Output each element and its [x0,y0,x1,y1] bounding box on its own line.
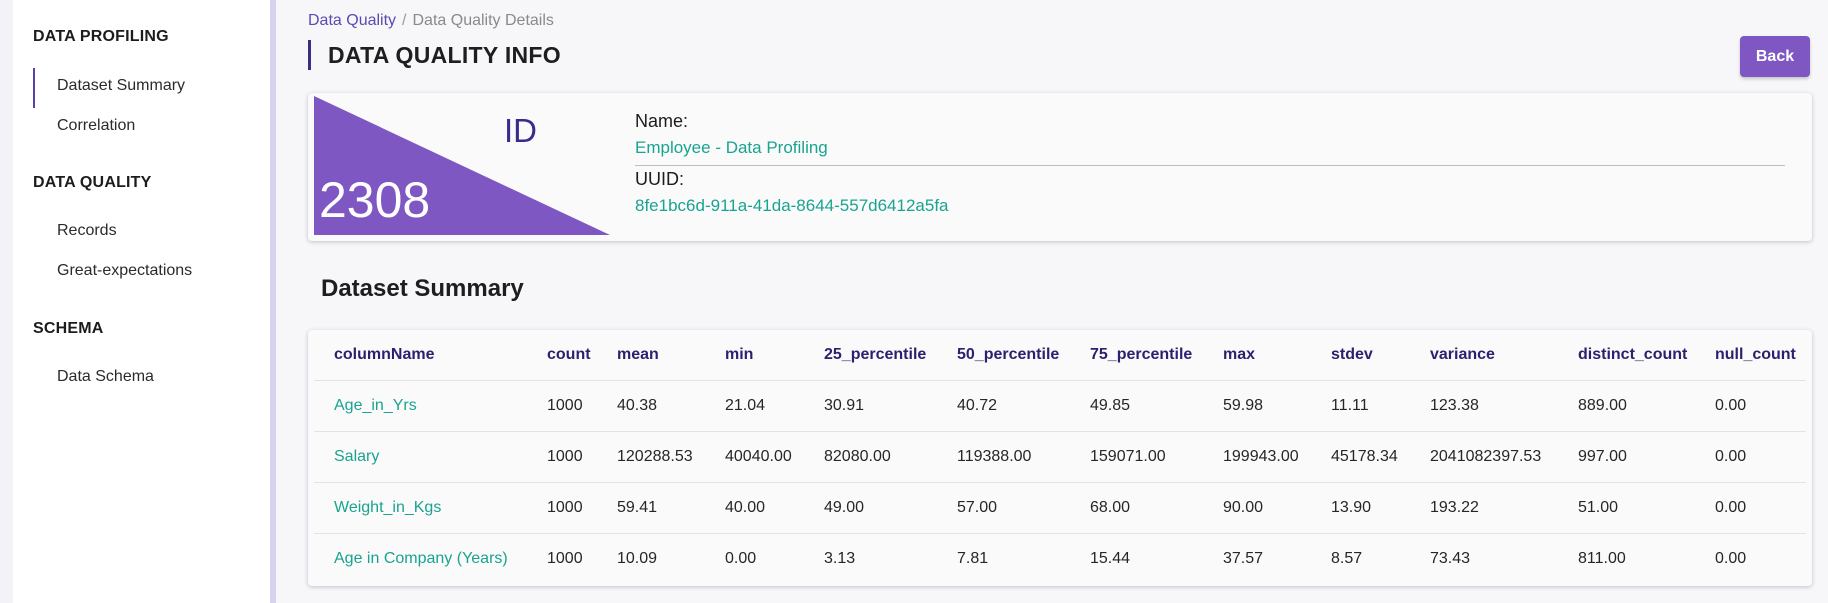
sidebar-section-schema: SCHEMA [33,320,104,337]
table-cell: 0.00 [1715,549,1747,567]
breadcrumb: Data Quality / Data Quality Details [308,12,554,30]
column-header[interactable]: count [527,330,597,381]
table-row: Age_in_Yrs 1000 40.38 21.04 30.91 40.72 … [314,380,1806,432]
table-cell: 37.57 [1223,549,1264,567]
main-content: Data Quality / Data Quality Details DATA Q… [296,0,1828,603]
table-row: Age in Company (Years) 1000 10.09 0.00 3… [314,533,1806,584]
uuid-label: UUID: [635,169,684,189]
sidebar-item-data-schema[interactable]: Data Schema [57,368,154,386]
table-cell: 40.72 [937,380,1070,432]
table-cell: 159071.00 [1070,431,1203,483]
column-header[interactable]: columnName [314,330,527,381]
summary-table-card: columnName count mean min 25_percentile … [308,330,1812,586]
table-cell: 8.57 [1331,549,1363,567]
table-cell: 59.41 [597,482,705,534]
table-cell: 90.00 [1203,482,1311,534]
table-cell: 15.44 [1090,549,1131,567]
table-cell: 21.04 [705,380,804,432]
table-cell: 68.00 [1070,482,1203,534]
table-header-row: columnName count mean min 25_percentile … [314,330,1806,381]
table-cell: 40.00 [705,482,804,534]
column-header[interactable]: 50_percentile [937,330,1070,381]
table-cell: 57.00 [937,482,1070,534]
column-header[interactable]: variance [1410,330,1558,381]
back-button[interactable]: Back [1740,36,1810,77]
table-row: Weight_in_Kgs 1000 59.41 40.00 49.00 57.… [314,482,1806,534]
sidebar-item-correlation[interactable]: Correlation [57,117,135,135]
column-header[interactable]: 75_percentile [1070,330,1203,381]
table-cell: 2041082397.53 [1410,431,1558,483]
name-label: Name: [635,111,689,131]
sidebar-item-records[interactable]: Records [57,222,117,240]
sidebar-item-dataset-summary[interactable]: Dataset Summary [32,68,185,108]
table-cell: 59.98 [1203,380,1311,432]
table-cell: 997.00 [1558,431,1695,483]
column-header[interactable]: mean [597,330,705,381]
column-name-link[interactable]: Age_in_Yrs [314,380,527,432]
table-cell: 30.91 [804,380,937,432]
table-cell: 0.00 [725,549,757,567]
table-cell: 7.81 [957,549,989,567]
table-cell: 193.22 [1410,482,1558,534]
breadcrumb-separator: / [402,12,407,29]
table-cell: 40.38 [597,380,705,432]
sidebar-panel: DATA PROFILING Dataset Summary Correlati… [13,0,276,603]
table-cell: 11.11 [1311,380,1410,432]
name-value: Employee - Data Profiling [635,138,828,157]
table-cell: 82080.00 [804,431,937,483]
table-cell: 199943.00 [1203,431,1311,483]
table-cell: 0.00 [1695,482,1806,534]
table-cell: 120288.53 [597,431,705,483]
sidebar-section-data-profiling: DATA PROFILING [33,28,169,45]
table-cell: 0.00 [1695,380,1806,432]
table-cell: 123.38 [1410,380,1558,432]
column-header[interactable]: stdev [1311,330,1410,381]
breadcrumb-current: Data Quality Details [412,12,554,29]
column-name-link[interactable]: Weight_in_Kgs [314,482,527,534]
table-cell: 13.90 [1311,482,1410,534]
table-cell: 3.13 [824,549,856,567]
page-title: DATA QUALITY INFO [308,40,561,70]
column-header[interactable]: min [705,330,804,381]
column-header[interactable]: max [1203,330,1311,381]
id-number: 2308 [319,172,431,228]
table-cell: 889.00 [1558,380,1695,432]
table-cell: 49.85 [1070,380,1203,432]
table-cell: 51.00 [1558,482,1695,534]
info-card: ID 2308 Name: Employee - Data Profiling … [308,93,1812,241]
id-label: ID [504,112,537,149]
table-cell: 0.00 [1695,431,1806,483]
table-cell: 1000 [527,482,597,534]
breadcrumb-link-data-quality[interactable]: Data Quality [308,12,396,29]
table-cell: 1000 [547,549,583,567]
column-name-link[interactable]: Salary [314,431,527,483]
sidebar: DATA PROFILING Dataset Summary Correlati… [0,0,276,603]
table-cell: 73.43 [1430,549,1471,567]
table-cell: 40040.00 [705,431,804,483]
column-header[interactable]: distinct_count [1558,330,1695,381]
table-cell: 1000 [527,431,597,483]
dataset-summary-heading: Dataset Summary [321,275,524,302]
table-cell: 49.00 [804,482,937,534]
summary-table: columnName count mean min 25_percentile … [314,330,1806,584]
column-header[interactable]: null_count [1695,330,1806,381]
column-name-link[interactable]: Age in Company (Years) [314,533,527,584]
table-cell: 119388.00 [937,431,1070,483]
sidebar-section-data-quality: DATA QUALITY [33,174,152,191]
table-cell: 1000 [527,380,597,432]
sidebar-item-great-expectations[interactable]: Great-expectations [57,262,192,280]
field-divider [635,165,1785,166]
uuid-value: 8fe1bc6d-911a-41da-8644-557d6412a5fa [635,196,949,215]
column-header[interactable]: 25_percentile [804,330,937,381]
table-cell: 45178.34 [1311,431,1410,483]
table-cell: 10.09 [617,549,658,567]
table-row: Salary 1000 120288.53 40040.00 82080.00 … [314,431,1806,483]
table-cell: 811.00 [1578,549,1626,567]
